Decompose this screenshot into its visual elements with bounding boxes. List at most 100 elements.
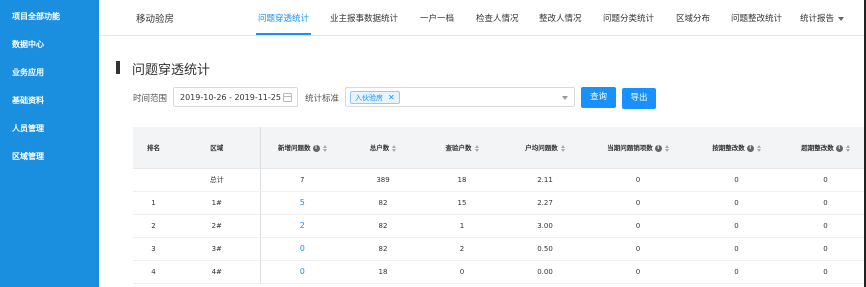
cell-overdue-rectified: 0: [785, 260, 866, 284]
chevron-down-icon[interactable]: [562, 96, 568, 100]
title-accent-bar: [116, 61, 120, 74]
col-avg-problems[interactable]: 户均问题数: [502, 127, 588, 169]
col-area: 区域: [174, 127, 260, 169]
tab-inspector-status[interactable]: 检查人情况: [476, 12, 519, 24]
cell-total-households: 18: [344, 260, 422, 284]
cell-ontime-rectified: 0: [688, 237, 785, 261]
col-new-problems[interactable]: 新增问题数 i: [259, 127, 344, 169]
col-overdue-rectified[interactable]: 超期整改数 i: [785, 127, 866, 169]
date-range-picker[interactable]: 2019-10-26 - 2019-11-25: [173, 87, 298, 107]
selected-tag: 入伙验房 ✕: [350, 91, 400, 104]
col-closed-problems[interactable]: 当期问题销项数 i: [588, 127, 688, 169]
col-total-households[interactable]: 总户数: [344, 127, 422, 169]
close-icon[interactable]: ✕: [388, 93, 395, 102]
cell-rank: 4: [133, 260, 174, 284]
cell-new-problems-link[interactable]: 0: [259, 237, 344, 261]
cell-new-problems: 7: [259, 168, 344, 192]
app-title: 移动验房: [136, 14, 175, 25]
col-area-label: 区域: [210, 144, 224, 153]
sort-icon[interactable]: [664, 144, 669, 152]
tab-stats-report[interactable]: 统计报告: [800, 12, 845, 24]
info-icon[interactable]: i: [654, 144, 662, 152]
info-icon[interactable]: i: [835, 144, 843, 152]
sort-icon[interactable]: [322, 144, 327, 152]
sidebar-item-area[interactable]: 区域管理: [0, 143, 99, 171]
cell-avg-problems: 2.27: [502, 191, 588, 215]
page-title: 问题穿透统计: [132, 63, 211, 78]
sort-icon[interactable]: [560, 144, 565, 152]
col-ontime-rectified-label: 按期整改数: [712, 144, 745, 153]
cell-avg-problems: 0.50: [502, 237, 588, 261]
cell-inspected-households: 15: [422, 191, 502, 215]
table-row: 总计 7 389 18 2.11 0 0 0: [133, 168, 866, 192]
cell-total-households: 82: [344, 237, 422, 261]
cell-closed-problems: 0: [588, 168, 688, 192]
query-button[interactable]: 查询: [581, 87, 616, 108]
cell-closed-problems: 0: [588, 237, 688, 261]
info-icon[interactable]: i: [746, 144, 754, 152]
col-rank-label: 排名: [147, 144, 160, 153]
cell-rank: [133, 168, 174, 192]
sort-icon[interactable]: [392, 144, 397, 152]
cell-rank: 3: [133, 237, 174, 261]
stats-table: 排名 区域 新增问题数 i 总户数 查验户数 户均问题数 当期问题销项数 i 按期整…: [133, 127, 866, 287]
cell-avg-problems: 3.00: [502, 214, 588, 238]
sort-icon[interactable]: [474, 144, 479, 152]
info-icon[interactable]: i: [312, 144, 320, 152]
cell-rank: 1: [133, 191, 174, 215]
table-row: 1 1# 5 82 15 2.27 0 0 0: [133, 191, 866, 215]
cell-ontime-rectified: 0: [688, 168, 785, 192]
col-new-problems-label: 新增问题数: [278, 144, 311, 153]
table-header-row: 排名 区域 新增问题数 i 总户数 查验户数 户均问题数 当期问题销项数 i 按期整…: [133, 127, 866, 169]
cell-rank: 2: [133, 214, 174, 238]
cell-ontime-rectified: 0: [688, 260, 785, 284]
cell-new-problems-link[interactable]: 0: [259, 260, 344, 284]
col-inspected-households[interactable]: 查验户数: [422, 127, 502, 169]
sidebar-item-basic-data[interactable]: 基础资料: [0, 87, 99, 115]
tab-problem-category-stats[interactable]: 问题分类统计: [603, 12, 654, 24]
cell-closed-problems: 0: [588, 260, 688, 284]
selected-tag-label: 入伙验房: [355, 94, 383, 102]
cell-area: 总计: [174, 168, 260, 192]
col-inspected-households-label: 查验户数: [445, 144, 472, 153]
cell-area: 3#: [174, 237, 260, 261]
col-total-households-label: 总户数: [369, 144, 390, 153]
sidebar-item-data-center[interactable]: 数据中心: [0, 31, 99, 59]
cell-ontime-rectified: 0: [688, 191, 785, 215]
cell-new-problems-link[interactable]: 2: [259, 214, 344, 238]
table-row: 4 4# 0 18 0 0.00 0 0 0: [133, 260, 866, 284]
cell-closed-problems: 0: [588, 191, 688, 215]
cell-inspected-households: 0: [422, 260, 502, 284]
cell-area: 1#: [174, 191, 260, 215]
sidebar-item-business-apps[interactable]: 业务应用: [0, 59, 99, 87]
cell-overdue-rectified: 0: [785, 237, 866, 261]
tab-problem-penetration[interactable]: 问题穿透统计: [258, 12, 309, 24]
sidebar-item-all-functions[interactable]: 项目全部功能: [0, 3, 99, 31]
tab-owner-report-stats[interactable]: 业主报事数据统计: [330, 12, 398, 24]
col-ontime-rectified[interactable]: 按期整改数 i: [688, 127, 785, 169]
sort-icon[interactable]: [756, 144, 761, 152]
cell-new-problems-link[interactable]: 5: [259, 191, 344, 215]
cell-total-households: 389: [344, 168, 422, 192]
tab-area-distribution[interactable]: 区域分布: [676, 12, 710, 24]
export-button[interactable]: 导出: [622, 88, 656, 109]
sidebar: 项目全部功能 数据中心 业务应用 基础资料 人员管理 区域管理: [0, 0, 99, 287]
col-avg-problems-label: 户均问题数: [525, 144, 558, 153]
active-tab-indicator: [256, 33, 311, 35]
tab-household-archive[interactable]: 一户一档: [420, 12, 454, 24]
top-nav-bar: 移动验房 问题穿透统计 业主报事数据统计 一户一档 检查人情况 整改人情况 问题…: [99, 0, 866, 36]
cell-overdue-rectified: 0: [785, 191, 866, 215]
cell-overdue-rectified: 0: [785, 214, 866, 238]
cell-overdue-rectified: 0: [785, 168, 866, 192]
col-rank: 排名: [133, 127, 174, 169]
standard-select[interactable]: 入伙验房 ✕: [345, 87, 575, 107]
table-row: 3 3# 0 82 2 0.50 0 0 0: [133, 237, 866, 261]
sort-icon[interactable]: [845, 144, 850, 152]
cell-area: 2#: [174, 214, 260, 238]
tab-rectification-stats[interactable]: 问题整改统计: [731, 12, 782, 24]
cell-inspected-households: 1: [422, 214, 502, 238]
tab-rectifier-status[interactable]: 整改人情况: [539, 12, 582, 24]
sidebar-item-personnel[interactable]: 人员管理: [0, 115, 99, 143]
cell-total-households: 82: [344, 191, 422, 215]
cell-avg-problems: 0.00: [502, 260, 588, 284]
